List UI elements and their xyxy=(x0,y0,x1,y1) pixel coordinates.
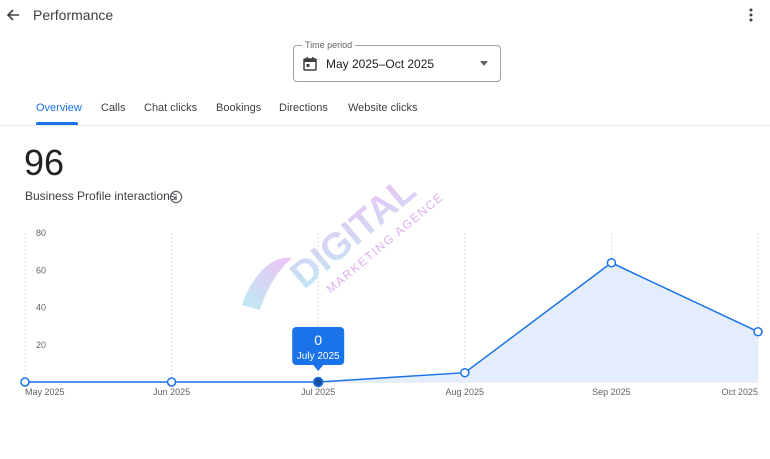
chart-tooltip: 0 July 2025 xyxy=(292,327,345,371)
y-tick-label: 80 xyxy=(36,228,46,238)
metric-label: Business Profile interactions xyxy=(25,189,176,203)
data-point xyxy=(753,326,763,337)
tab-overview[interactable]: Overview xyxy=(36,102,82,114)
back-button[interactable] xyxy=(4,6,22,24)
x-tick-label: Sep 2025 xyxy=(592,387,631,397)
y-tick-label: 60 xyxy=(36,265,46,275)
tab-website-clicks[interactable]: Website clicks xyxy=(348,102,417,114)
x-tick-label: Jun 2025 xyxy=(153,387,190,397)
y-tick-label: 40 xyxy=(36,303,46,313)
time-period-label: Time period xyxy=(302,39,356,51)
x-axis-ticks: May 2025 Jun 2025 Jul 2025 Aug 2025 Sep 2025… xyxy=(25,387,758,397)
tab-directions[interactable]: Directions xyxy=(279,102,328,114)
tooltip-pointer xyxy=(313,365,324,371)
interactions-chart: 20 40 60 80 May 2025 Jun 2025 Jul 2025 Aug 202… xyxy=(20,228,763,397)
top-bar: Performance xyxy=(0,0,770,30)
info-icon[interactable] xyxy=(169,190,183,204)
tab-bar: Overview Calls Chat clicks Bookings Dire… xyxy=(0,92,770,126)
time-period-value: May 2025–Oct 2025 xyxy=(326,57,435,71)
tab-bookings[interactable]: Bookings xyxy=(216,102,261,114)
data-point xyxy=(606,258,617,268)
more-vert-icon xyxy=(749,8,753,22)
chevron-down-icon xyxy=(480,61,488,66)
x-tick-label: Aug 2025 xyxy=(446,387,485,397)
y-axis-ticks: 20 40 60 80 xyxy=(36,228,46,350)
tooltip-label: July 2025 xyxy=(297,351,340,362)
data-point xyxy=(166,377,177,387)
page-title: Performance xyxy=(33,7,114,23)
x-tick-label: Oct 2025 xyxy=(721,387,758,397)
x-tick-label: Jul 2025 xyxy=(301,387,335,397)
arrow-left-icon xyxy=(6,9,19,21)
data-point xyxy=(312,376,324,388)
x-tick-label: May 2025 xyxy=(25,387,65,397)
metric-value: 96 xyxy=(24,142,65,183)
tab-chat-clicks[interactable]: Chat clicks xyxy=(144,102,197,114)
data-point xyxy=(460,367,470,378)
tooltip-value: 0 xyxy=(314,332,322,348)
y-tick-label: 20 xyxy=(36,340,46,350)
tab-calls[interactable]: Calls xyxy=(101,102,125,114)
active-tab-indicator xyxy=(36,122,78,125)
data-point xyxy=(20,377,30,387)
more-options-button[interactable] xyxy=(742,6,760,24)
calendar-icon xyxy=(303,57,317,71)
time-period-select[interactable]: Time period May 2025–Oct 2025 xyxy=(293,39,501,82)
